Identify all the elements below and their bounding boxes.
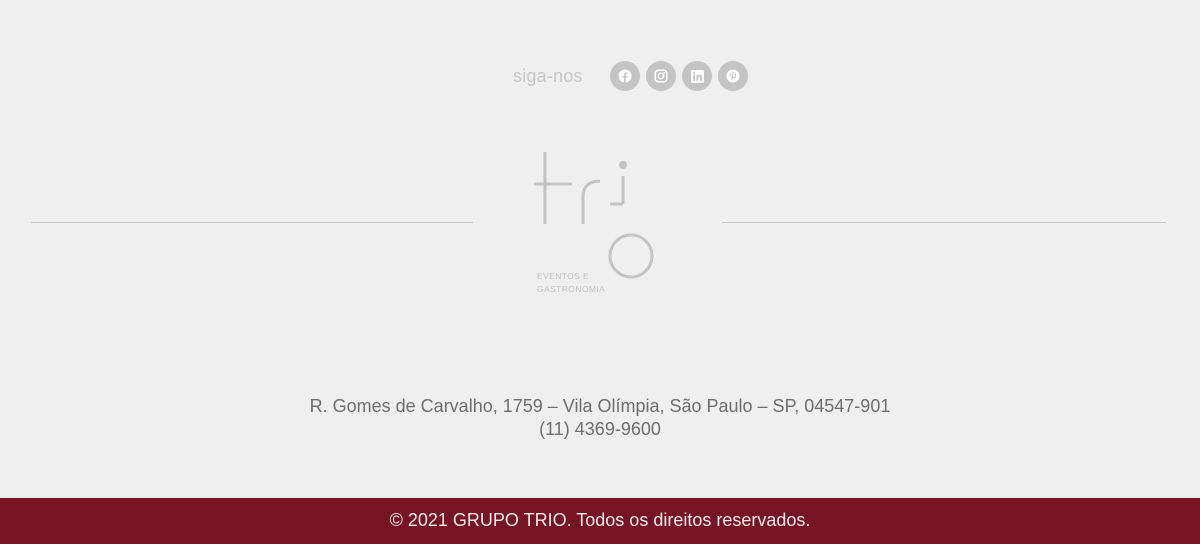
- phone-number: (11) 4369-9600: [539, 419, 661, 439]
- pinterest-icon: [726, 69, 740, 83]
- address-text: R. Gomes de Carvalho, 1759 – Vila Olímpi…: [309, 396, 891, 416]
- facebook-icon: [618, 69, 632, 83]
- instagram-button[interactable]: [646, 61, 676, 91]
- logo-tagline-line1: EVENTOS E: [537, 271, 590, 281]
- footer-section: siga-nos EVENTOS E GASTRONOMIA R. Gomes …: [0, 0, 1200, 544]
- pinterest-button[interactable]: [718, 61, 748, 91]
- instagram-icon: [654, 69, 668, 83]
- logo-tagline-line2: GASTRONOMIA: [537, 284, 606, 294]
- linkedin-button[interactable]: [682, 61, 712, 91]
- divider-right: [722, 222, 1166, 223]
- copyright-bar: © 2021 GRUPO TRIO. Todos os direitos res…: [0, 498, 1200, 544]
- divider-left: [31, 222, 473, 223]
- follow-us-label: siga-nos: [513, 66, 583, 86]
- social-links: siga-nos: [0, 61, 1200, 91]
- linkedin-icon: [690, 69, 704, 83]
- facebook-button[interactable]: [610, 61, 640, 91]
- copyright-text: © 2021 GRUPO TRIO. Todos os direitos res…: [389, 510, 811, 530]
